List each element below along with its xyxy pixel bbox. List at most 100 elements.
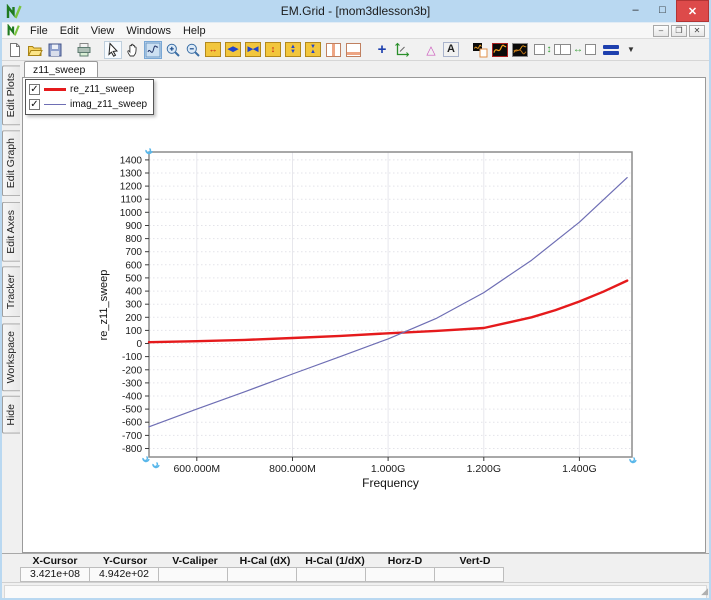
- mdi-restore-button[interactable]: ❐: [671, 24, 687, 37]
- status-header-cell: H-Cal (1/dX): [305, 554, 365, 567]
- svg-text:-600: -600: [122, 418, 142, 429]
- plot-canvas[interactable]: ✓ re_z11_sweep ✓ imag_z11_sweep re_z11_swee…: [22, 77, 706, 553]
- svg-text:-300: -300: [122, 378, 142, 389]
- close-button[interactable]: ✕: [676, 0, 709, 22]
- svg-text:1.000G: 1.000G: [371, 463, 405, 475]
- side-tab-strip: Edit Plots Edit Graph Edit Axes Tracker Work…: [2, 61, 22, 553]
- plot-svg[interactable]: 1400130012001100100090080070060050040030…: [23, 78, 705, 547]
- legend-line-swatch: [44, 88, 66, 91]
- svg-text:-100: -100: [122, 352, 142, 363]
- bottom-strip: ◢: [2, 582, 709, 598]
- legend-checkbox[interactable]: ✓: [29, 84, 40, 95]
- minimize-button[interactable]: –: [622, 0, 649, 19]
- menu-item-help[interactable]: Help: [177, 23, 212, 38]
- svg-text:600: 600: [125, 260, 142, 271]
- mdi-close-button[interactable]: ✕: [689, 24, 705, 37]
- legend-checkbox[interactable]: ✓: [29, 99, 40, 110]
- app-window: EM.Grid - [mom3dlesson3b] – □ ✕ File Edit Vi…: [0, 0, 711, 600]
- expand-y-icon[interactable]: ↕: [264, 41, 282, 59]
- svg-text:1100: 1100: [120, 195, 142, 206]
- menu-item-edit[interactable]: Edit: [54, 23, 85, 38]
- scale-y-controls[interactable]: ↕: [533, 41, 565, 59]
- mdi-minimize-button[interactable]: –: [653, 24, 669, 37]
- print-icon[interactable]: [75, 41, 93, 59]
- legend: ✓ re_z11_sweep ✓ imag_z11_sweep: [25, 79, 155, 115]
- toolbar-separator: [462, 41, 469, 59]
- new-file-icon[interactable]: [6, 41, 24, 59]
- svg-text:1300: 1300: [120, 169, 143, 180]
- menu-item-file[interactable]: File: [24, 23, 54, 38]
- svg-text:0: 0: [136, 339, 142, 350]
- resize-grip[interactable]: ◢: [701, 586, 708, 597]
- side-tab-edit-graph[interactable]: Edit Graph: [2, 130, 20, 197]
- svg-text:1400: 1400: [120, 155, 143, 166]
- side-tab-edit-axes[interactable]: Edit Axes: [2, 201, 20, 262]
- status-header-cell: Vert-D: [459, 554, 491, 567]
- menu-item-view[interactable]: View: [85, 23, 121, 38]
- expand-x-icon[interactable]: ↔: [204, 41, 222, 59]
- side-tab-hide[interactable]: Hide: [2, 395, 20, 434]
- add-marker-icon[interactable]: +: [373, 41, 391, 59]
- status-header-cell: Horz-D: [387, 554, 423, 567]
- save-icon[interactable]: [46, 41, 64, 59]
- document-tab-bar: z11_sweep: [22, 61, 706, 77]
- side-tab-edit-plots[interactable]: Edit Plots: [2, 65, 20, 126]
- svg-text:400: 400: [125, 287, 142, 298]
- legend-label: re_z11_sweep: [70, 84, 135, 95]
- svg-text:800.000M: 800.000M: [269, 463, 316, 475]
- legend-entry[interactable]: ✓ re_z11_sweep: [29, 82, 147, 97]
- status-header-cell: H-Cal (dX): [239, 554, 291, 567]
- split-horizontal-icon[interactable]: [344, 41, 362, 59]
- svg-text:100: 100: [125, 326, 142, 337]
- zoom-out-icon[interactable]: [184, 41, 202, 59]
- status-header-cell: X-Cursor: [32, 554, 78, 567]
- layout-button[interactable]: ▼: [598, 44, 640, 56]
- split-vertical-icon[interactable]: [324, 41, 342, 59]
- select-plot-icon[interactable]: [144, 40, 162, 59]
- pan-hand-icon[interactable]: [124, 41, 142, 59]
- stretch-y-icon[interactable]: ▲ ▼: [284, 41, 302, 59]
- add-text-icon[interactable]: A: [442, 41, 460, 59]
- select-pointer-icon[interactable]: [104, 40, 122, 59]
- copy-plot-icon[interactable]: [471, 41, 489, 59]
- delta-caliper-icon[interactable]: △: [422, 41, 440, 59]
- svg-text:200: 200: [125, 313, 142, 324]
- side-tab-workspace[interactable]: Workspace: [2, 322, 20, 391]
- document-area: z11_sweep ✓ re_z11_sweep ✓ imag_z11_sweep r…: [22, 61, 706, 553]
- svg-text:-800: -800: [122, 444, 142, 455]
- menubar: File Edit View Windows Help – ❐ ✕: [2, 22, 709, 39]
- svg-text:-200: -200: [122, 365, 142, 376]
- compress-y-icon[interactable]: ▼ ▲: [304, 41, 322, 59]
- svg-text:1.400G: 1.400G: [562, 463, 596, 475]
- plot-window-icon[interactable]: [491, 41, 509, 59]
- svg-text:800: 800: [125, 234, 142, 245]
- legend-entry[interactable]: ✓ imag_z11_sweep: [29, 97, 147, 112]
- stretch-x-icon[interactable]: ◀▶: [224, 41, 242, 59]
- svg-text:900: 900: [125, 221, 142, 232]
- svg-text:600.000M: 600.000M: [173, 463, 220, 475]
- status-value-cell: [434, 567, 504, 582]
- toolbar-separator: [364, 41, 371, 59]
- status-header-cell: V-Caliper: [172, 554, 218, 567]
- toolbar-separator: [66, 41, 73, 59]
- document-logo-icon: [7, 23, 20, 37]
- status-value-cell: [227, 567, 297, 582]
- menu-item-windows[interactable]: Windows: [120, 23, 177, 38]
- axes-tracker-icon[interactable]: [393, 41, 411, 59]
- status-header-cell: Y-Cursor: [102, 554, 148, 567]
- compress-x-icon[interactable]: ▶◀: [244, 41, 262, 59]
- maximize-button[interactable]: □: [649, 0, 676, 19]
- open-file-icon[interactable]: [26, 41, 44, 59]
- zoom-in-icon[interactable]: [164, 41, 182, 59]
- toolbar: ↔ ◀▶ ▶◀ ↕ ▲ ▼ ▼ ▲ + △ A ↕ ↔ ▼: [2, 39, 709, 61]
- multi-plot-icon[interactable]: [511, 41, 529, 59]
- status-value-cell: 4.942e+02: [89, 567, 159, 582]
- legend-label: imag_z11_sweep: [70, 99, 148, 110]
- svg-text:-400: -400: [122, 392, 142, 403]
- svg-text:-500: -500: [122, 405, 142, 416]
- svg-text:1200: 1200: [120, 182, 143, 193]
- scale-x-controls[interactable]: ↔: [560, 41, 596, 59]
- side-tab-tracker[interactable]: Tracker: [2, 266, 20, 318]
- svg-text:300: 300: [125, 300, 142, 311]
- doc-tab-z11-sweep[interactable]: z11_sweep: [24, 61, 99, 77]
